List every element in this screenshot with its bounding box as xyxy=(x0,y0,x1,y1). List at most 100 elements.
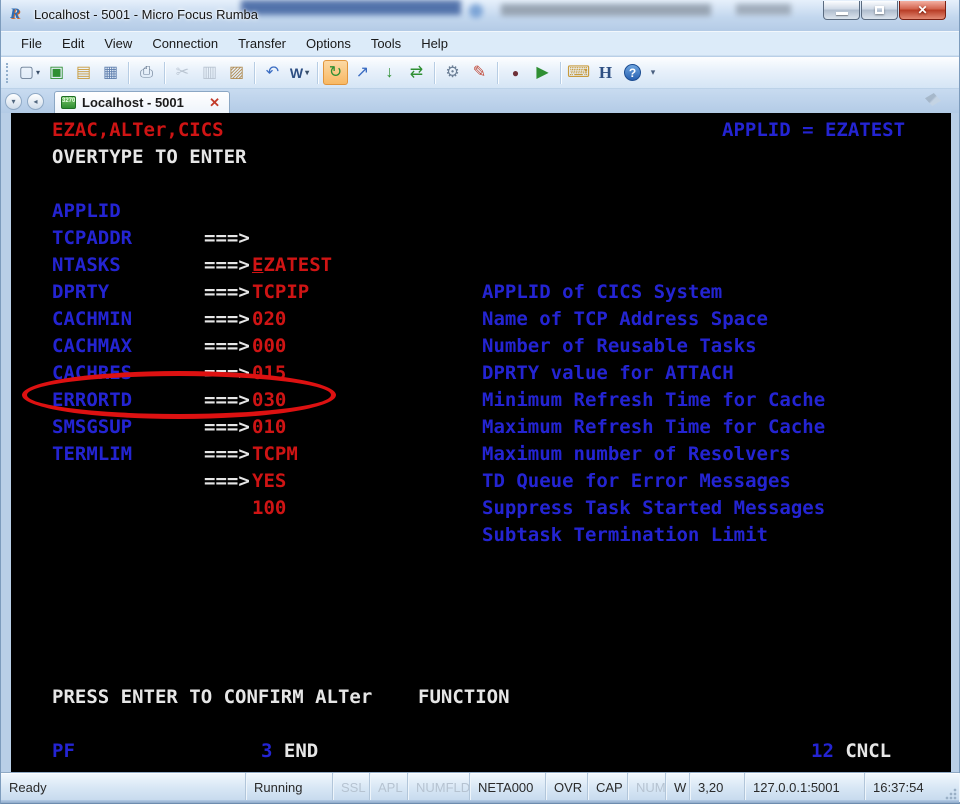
toolbar-grip[interactable] xyxy=(6,63,11,83)
tab-list-button[interactable]: ▾ xyxy=(5,93,22,110)
terminal-mode-line: OVERTYPE TO ENTER xyxy=(52,144,246,171)
chevron-down-icon: ▾ xyxy=(11,97,15,106)
menu-item[interactable]: Transfer xyxy=(228,32,296,55)
terminal-applid-status: APPLID = EZATEST xyxy=(722,117,905,144)
aero-glass-background-icon xyxy=(469,4,483,18)
chevron-left-icon: ◂ xyxy=(33,97,37,106)
status-item: OVR xyxy=(546,773,588,802)
session-tab-bar: ▾ ◂ 3270 Localhost - 5001 ✕ xyxy=(1,89,959,113)
confirm-message: PRESS ENTER TO CONFIRM ALTer FUNCTION xyxy=(52,684,510,711)
connect-session-icon[interactable]: ↻ xyxy=(323,60,348,85)
file-transfer-icon[interactable]: ⇄ xyxy=(404,60,429,85)
resize-grip[interactable] xyxy=(945,788,957,800)
restore-icon xyxy=(875,6,884,14)
menu-item[interactable]: Tools xyxy=(361,32,411,55)
status-item: APL xyxy=(370,773,408,802)
tab-back-button[interactable]: ◂ xyxy=(27,93,44,110)
macro-record-icon[interactable]: ● xyxy=(503,60,528,85)
send-file-icon[interactable]: ↗ xyxy=(350,60,375,85)
status-item: Ready xyxy=(1,773,246,802)
print-screen-icon[interactable]: ⎙ xyxy=(134,60,159,85)
toolbar-overflow-icon[interactable]: ▾ xyxy=(647,60,659,85)
open-session-icon[interactable]: ▣ xyxy=(44,60,69,85)
field-description: Suppress Task Started Messages xyxy=(482,495,825,522)
help-icon[interactable]: ? xyxy=(620,60,645,85)
new-session-icon[interactable]: ▢▾ xyxy=(17,60,42,85)
color-setup-icon[interactable]: ✎ xyxy=(467,60,492,85)
field-arrow: ===> xyxy=(204,441,250,468)
status-item: 3,20 xyxy=(690,773,745,802)
pf3-number: 3 xyxy=(261,740,272,762)
terminal-field-row: APPLID ===> EZATEST APPLID of CICS Syste… xyxy=(11,171,951,198)
macro-play-icon[interactable]: ▶ xyxy=(530,60,555,85)
terminal-field-row: NTASKS ===> 020 Number of Reusable Tasks xyxy=(11,225,951,252)
pf3-key: 3 END xyxy=(261,738,318,765)
save-session-icon[interactable]: ▦ xyxy=(98,60,123,85)
receive-file-icon[interactable]: ↓ xyxy=(377,60,402,85)
field-description: Maximum number of Resolvers xyxy=(482,441,791,468)
status-item: W xyxy=(666,773,690,802)
session-profile-icon[interactable]: ▤ xyxy=(71,60,96,85)
page-curl-icon xyxy=(925,93,941,106)
tab-close-icon[interactable]: ✕ xyxy=(206,95,223,111)
window-frame-bottom xyxy=(1,800,959,803)
aero-glass-background-text xyxy=(736,4,791,15)
field-description: TD Queue for Error Messages xyxy=(482,468,791,495)
menu-item[interactable]: View xyxy=(94,32,142,55)
field-description: Subtask Termination Limit xyxy=(482,522,768,549)
tab-localhost-5001[interactable]: 3270 Localhost - 5001 ✕ xyxy=(54,91,230,113)
pf12-action: CNCL xyxy=(834,740,891,762)
status-item: SSL xyxy=(333,773,370,802)
menu-item[interactable]: Options xyxy=(296,32,361,55)
terminal-3270-icon: 3270 xyxy=(61,96,76,109)
toolbar-separator xyxy=(254,62,255,84)
field-value-input[interactable]: YES xyxy=(252,468,286,495)
menu-item[interactable]: Connection xyxy=(142,32,228,55)
aero-glass-background-text xyxy=(501,4,711,16)
keyboard-map-icon[interactable]: ⌨ xyxy=(566,60,591,85)
toolbar-separator xyxy=(497,62,498,84)
copy-icon[interactable]: ▥ xyxy=(197,60,222,85)
toolbar-separator xyxy=(164,62,165,84)
terminal-field-row: TCPADDR ===> TCPIP Name of TCP Address S… xyxy=(11,198,951,225)
terminal-field-row: SMSGSUP ===> YES Suppress Task Started M… xyxy=(11,387,951,414)
paste-icon[interactable]: ▨ xyxy=(224,60,249,85)
status-item: NUM xyxy=(628,773,666,802)
terminal-field-row: DPRTY ===> 000 DPRTY value for ATTACH xyxy=(11,252,951,279)
pf12-key: 12 CNCL xyxy=(811,738,891,765)
hotspots-icon[interactable]: H xyxy=(593,60,618,85)
field-label: TERMLIM xyxy=(52,441,132,468)
screen-display-icon[interactable]: W▾ xyxy=(287,60,312,85)
toolbar-separator xyxy=(560,62,561,84)
field-value-input[interactable]: TCPM xyxy=(252,441,298,468)
rumba-app-icon: R xyxy=(10,6,28,24)
terminal-field-row: CACHMIN ===> 015 Minimum Refresh Time fo… xyxy=(11,279,951,306)
terminal-fields: APPLID ===> EZATEST APPLID of CICS Syste… xyxy=(11,171,951,441)
window-title: Localhost - 5001 - Micro Focus Rumba xyxy=(34,7,258,22)
minimize-button[interactable] xyxy=(823,1,860,20)
restore-button[interactable] xyxy=(861,1,898,20)
menu-bar: FileEditViewConnectionTransferOptionsToo… xyxy=(1,31,959,56)
cut-icon[interactable]: ✂ xyxy=(170,60,195,85)
status-item: CAP xyxy=(588,773,628,802)
close-button[interactable]: ✕ xyxy=(899,1,946,20)
terminal-command-line: EZAC,ALTer,CICS xyxy=(52,117,224,144)
terminal-screen[interactable]: EZAC,ALTer,CICS APPLID = EZATEST OVERTYP… xyxy=(11,113,951,772)
options-gear-icon[interactable]: ⚙ xyxy=(440,60,465,85)
aero-glass-background-window xyxy=(241,0,461,15)
status-item: NUMFLD xyxy=(408,773,470,802)
terminal-field-row: CACHMAX ===> 030 Maximum Refresh Time fo… xyxy=(11,306,951,333)
window-controls: ✕ xyxy=(822,1,946,20)
minimize-icon xyxy=(836,12,848,15)
menu-item[interactable]: Edit xyxy=(52,32,94,55)
field-arrow: ===> xyxy=(204,468,250,495)
undo-icon[interactable]: ↶ xyxy=(260,60,285,85)
close-icon: ✕ xyxy=(917,3,927,17)
terminal-field-row: TERMLIM ===> 100 Subtask Termination Lim… xyxy=(11,414,951,441)
menu-item[interactable]: File xyxy=(11,32,52,55)
toolbar-separator xyxy=(434,62,435,84)
field-value-input[interactable]: 100 xyxy=(252,495,286,522)
toolbar-separator xyxy=(317,62,318,84)
menu-item[interactable]: Help xyxy=(411,32,458,55)
status-item: Running xyxy=(246,773,333,802)
